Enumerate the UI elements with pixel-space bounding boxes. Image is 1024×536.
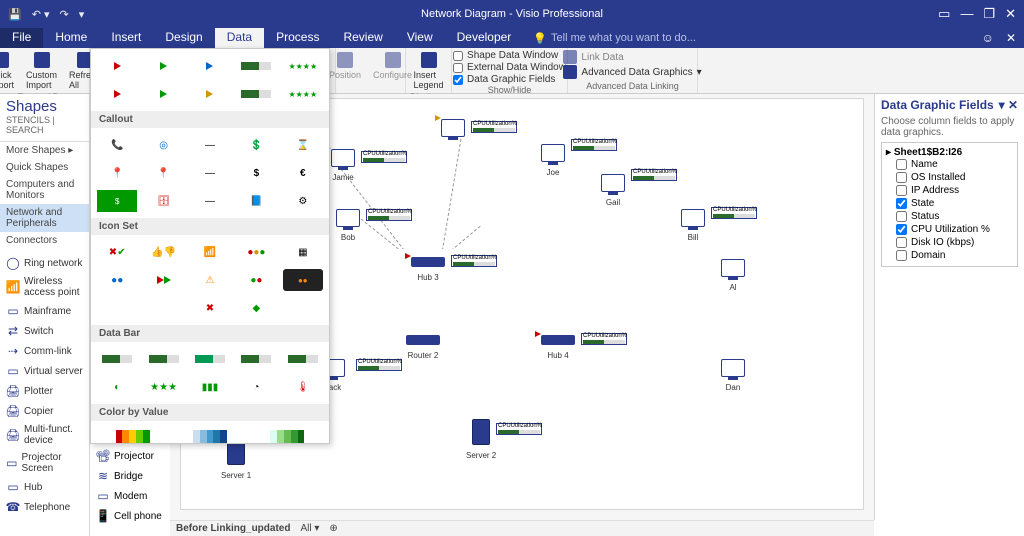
stencil-icon: 🖨 [6, 384, 20, 398]
title-bar: 💾 ↶ ▾ ↷ ▾ Network Diagram - Visio Profes… [0, 0, 1024, 28]
ribbon-options-icon[interactable]: ▭ [938, 6, 950, 22]
close-ribbon-icon[interactable]: ✕ [1006, 31, 1016, 45]
shapes-title: Shapes [0, 94, 89, 115]
stencil-item[interactable]: ≋Bridge [90, 466, 170, 486]
adv-data-graphics-button[interactable]: Advanced Data Graphics▾ [563, 65, 701, 79]
tab-insert[interactable]: Insert [99, 28, 153, 48]
sheet-all[interactable]: All ▾ [300, 523, 319, 534]
qat-customize-icon[interactable]: ▾ [79, 8, 85, 21]
field-check[interactable]: Name [886, 158, 1013, 171]
stencil-item[interactable]: ▭Virtual server [0, 361, 89, 381]
bulb-icon: 💡 [533, 32, 547, 45]
close-icon[interactable]: ✕ [1005, 6, 1016, 22]
stencil-item[interactable]: 🖨Copier [0, 401, 89, 421]
stencil-item[interactable]: ▭Mainframe [0, 301, 89, 321]
field-check[interactable]: Domain [886, 249, 1013, 262]
shapes-cat[interactable]: Quick Shapes [0, 159, 89, 176]
stencil-item[interactable]: 📶Wireless access point [0, 273, 89, 301]
field-check[interactable]: Disk IO (kbps) [886, 236, 1013, 249]
position-button[interactable]: Position [325, 50, 365, 82]
tab-process[interactable]: Process [264, 28, 331, 48]
stencil-icon: ▭ [6, 480, 20, 494]
stencil-icon: ▭ [6, 456, 18, 470]
dg-section-iconset: Icon Set [91, 218, 329, 235]
pane-close-icon[interactable]: ✕ [1008, 98, 1018, 112]
stencil-icon: 📱 [96, 509, 110, 523]
stencil-icon: ☎ [6, 500, 20, 514]
external-data-window-check[interactable]: External Data Window [453, 62, 566, 73]
stencil-icon: ◯ [6, 256, 20, 270]
configure-button[interactable]: Configure [369, 50, 416, 82]
stencil-icon: ▭ [96, 489, 110, 503]
stencil-item[interactable]: ◯Ring network [0, 253, 89, 273]
stencil-icon: 🖨 [6, 428, 20, 442]
redo-icon[interactable]: ↷ [60, 8, 69, 21]
field-check[interactable]: Status [886, 210, 1013, 223]
stencil-item[interactable]: ☎Telephone [0, 497, 89, 517]
quick-import-button[interactable]: Quick Import [0, 50, 18, 92]
dg-section-databar: Data Bar [91, 325, 329, 342]
pane-source[interactable]: ▸ Sheet1$B2:I26 [886, 147, 1013, 158]
add-sheet-icon[interactable]: ⊕ [329, 523, 337, 534]
stencil-item[interactable]: 🖨Multi-funct. device [0, 421, 89, 449]
tab-view[interactable]: View [395, 28, 445, 48]
shapes-subtabs[interactable]: STENCILS | SEARCH [0, 115, 89, 142]
window-title: Network Diagram - Visio Professional [421, 8, 603, 20]
stencil-icon: 📶 [6, 280, 20, 294]
stencil-item[interactable]: 📱Cell phone [90, 506, 170, 526]
shapes-pane-col2: 📽Projector≋Bridge▭Modem📱Cell phone [90, 446, 170, 526]
sheet-tab[interactable]: Before Linking_updated [176, 523, 290, 534]
stencil-icon: ▭ [6, 304, 20, 318]
shapes-cat-selected[interactable]: Network and Peripherals [0, 204, 89, 232]
undo-icon[interactable]: ↶ ▾ [32, 8, 50, 21]
stencil-item[interactable]: ▭Modem [90, 486, 170, 506]
stencil-item[interactable]: ▭Projector Screen [0, 449, 89, 477]
pane-desc: Choose column fields to apply data graph… [881, 116, 1018, 138]
field-check[interactable]: IP Address [886, 184, 1013, 197]
stencil-icon: ⇢ [6, 344, 20, 358]
custom-import-button[interactable]: Custom Import [22, 50, 61, 92]
stencil-icon: 📽 [96, 449, 110, 463]
sheet-tabs: Before Linking_updated All ▾ ⊕ [170, 520, 874, 536]
save-icon[interactable]: 💾 [8, 8, 22, 21]
pane-title: Data Graphic Fields [881, 98, 994, 112]
tab-review[interactable]: Review [331, 28, 394, 48]
menu-bar: File Home Insert Design Data Process Rev… [0, 28, 1024, 48]
stencil-item[interactable]: ▭Hub [0, 477, 89, 497]
link-data-button[interactable]: Link Data [563, 50, 623, 64]
face-icon[interactable]: ☺ [982, 31, 994, 45]
shapes-cat[interactable]: More Shapes ▸ [0, 142, 89, 159]
stencil-icon: ⇄ [6, 324, 20, 338]
data-graphic-fields-pane: Data Graphic Fields ▾ ✕ Choose column fie… [874, 94, 1024, 520]
tab-data[interactable]: Data [215, 28, 264, 48]
stencil-item[interactable]: ⇄Switch [0, 321, 89, 341]
field-check[interactable]: State [886, 197, 1013, 210]
data-graphics-dropdown[interactable]: ★★★★ ★★★★ Callout 📞◎—💲⌛ 📍📍—$€ $🗄—📘⚙ Icon… [90, 48, 330, 444]
field-check[interactable]: OS Installed [886, 171, 1013, 184]
tab-file[interactable]: File [0, 28, 43, 48]
tab-design[interactable]: Design [153, 28, 214, 48]
field-check[interactable]: CPU Utilization % [886, 223, 1013, 236]
stencil-item[interactable]: 🖨Plotter [0, 381, 89, 401]
tab-developer[interactable]: Developer [445, 28, 524, 48]
stencil-icon: ▭ [6, 364, 20, 378]
shape-data-window-check[interactable]: Shape Data Window [453, 50, 558, 61]
dg-section-colorby: Color by Value [91, 404, 329, 421]
stencil-icon: 🖨 [6, 404, 20, 418]
maximize-icon[interactable]: ❐ [983, 6, 995, 22]
dg-section-callout: Callout [91, 111, 329, 128]
tab-home[interactable]: Home [43, 28, 99, 48]
shapes-cat[interactable]: Connectors [0, 232, 89, 249]
stencil-item[interactable]: 📽Projector [90, 446, 170, 466]
tell-me[interactable]: 💡Tell me what you want to do... [523, 28, 696, 48]
pane-dropdown-icon[interactable]: ▾ [999, 98, 1005, 112]
shapes-cat[interactable]: Computers and Monitors [0, 176, 89, 204]
shapes-pane: Shapes STENCILS | SEARCH More Shapes ▸ Q… [0, 94, 90, 536]
data-graphic-fields-check[interactable]: Data Graphic Fields [453, 74, 555, 85]
minimize-icon[interactable]: — [960, 6, 973, 22]
stencil-item[interactable]: ⇢Comm-link [0, 341, 89, 361]
stencil-icon: ≋ [96, 469, 110, 483]
